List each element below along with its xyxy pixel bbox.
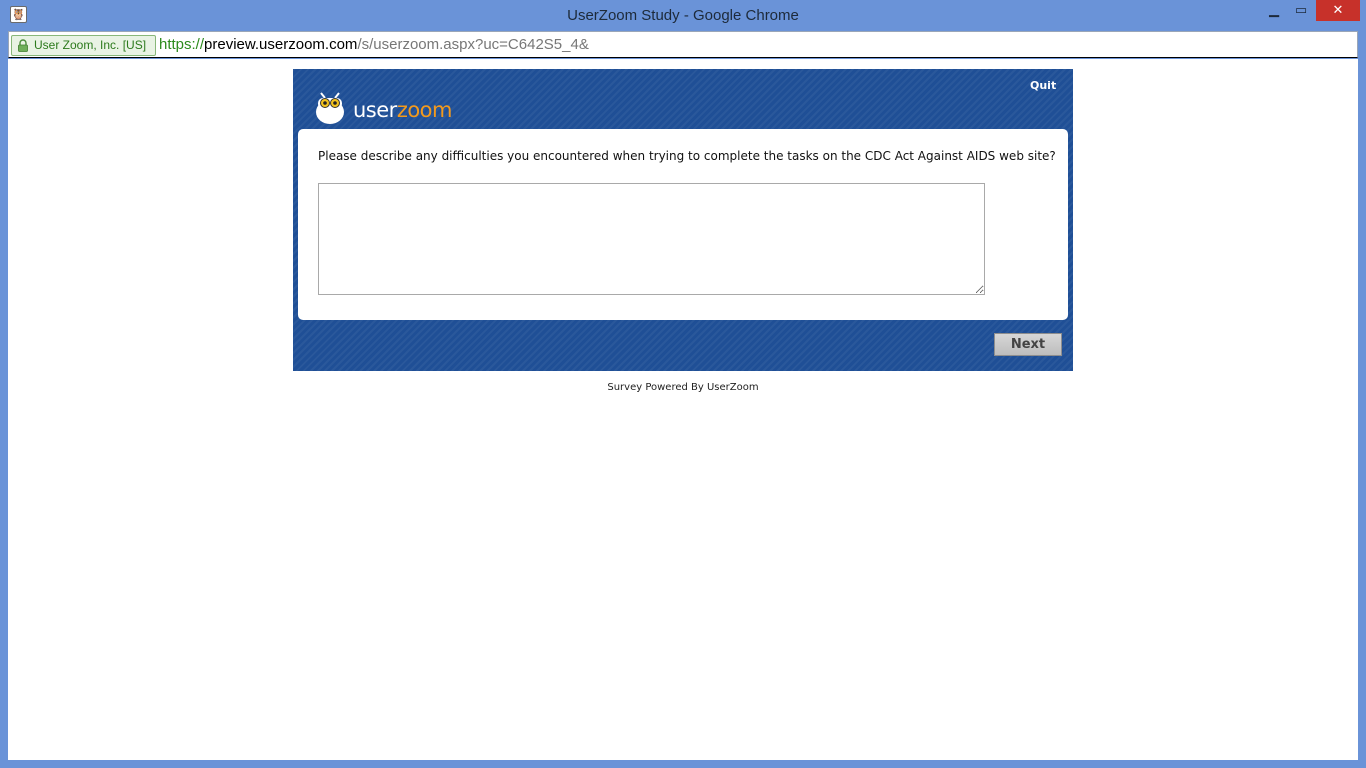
browser-window: 🦉 UserZoom Study - Google Chrome ▁ ▭ ✕ U…: [0, 0, 1366, 768]
next-button[interactable]: Next: [994, 333, 1062, 356]
minimize-button[interactable]: ▁: [1262, 0, 1286, 21]
url-scheme: https://: [159, 36, 205, 53]
ev-certificate-badge[interactable]: User Zoom, Inc. [US]: [11, 35, 156, 56]
logo-text-zoom: zoom: [396, 98, 453, 122]
owl-logo-icon: [316, 92, 344, 124]
userzoom-logo: userzoom: [313, 87, 463, 125]
maximize-button[interactable]: ▭: [1288, 0, 1314, 21]
close-button[interactable]: ✕: [1316, 0, 1360, 21]
quit-link[interactable]: Quit: [1030, 79, 1056, 92]
answer-textarea[interactable]: [318, 183, 985, 295]
question-text: Please describe any difficulties you enc…: [318, 149, 1056, 163]
logo-text-user: user: [353, 98, 397, 122]
question-card: Please describe any difficulties you enc…: [298, 129, 1068, 320]
url-host: preview.userzoom.com: [204, 36, 358, 53]
window-title: UserZoom Study - Google Chrome: [567, 7, 799, 24]
url-text[interactable]: https://preview.userzoom.com/s/userzoom.…: [159, 32, 589, 57]
address-bar[interactable]: User Zoom, Inc. [US] https://preview.use…: [8, 31, 1358, 58]
url-path: /s/userzoom.aspx?uc=C642S5_4&: [357, 36, 589, 53]
lock-icon: [18, 39, 28, 52]
survey-panel: userzoom Quit Please describe any diffic…: [293, 69, 1073, 371]
ev-badge-label: User Zoom, Inc. [US]: [34, 38, 147, 52]
footer-powered-by: Survey Powered By UserZoom: [607, 382, 759, 393]
logo-wordmark: userzoom: [353, 98, 453, 122]
page-viewport: userzoom Quit Please describe any diffic…: [8, 59, 1358, 760]
title-bar: 🦉 UserZoom Study - Google Chrome ▁ ▭ ✕: [0, 0, 1366, 31]
